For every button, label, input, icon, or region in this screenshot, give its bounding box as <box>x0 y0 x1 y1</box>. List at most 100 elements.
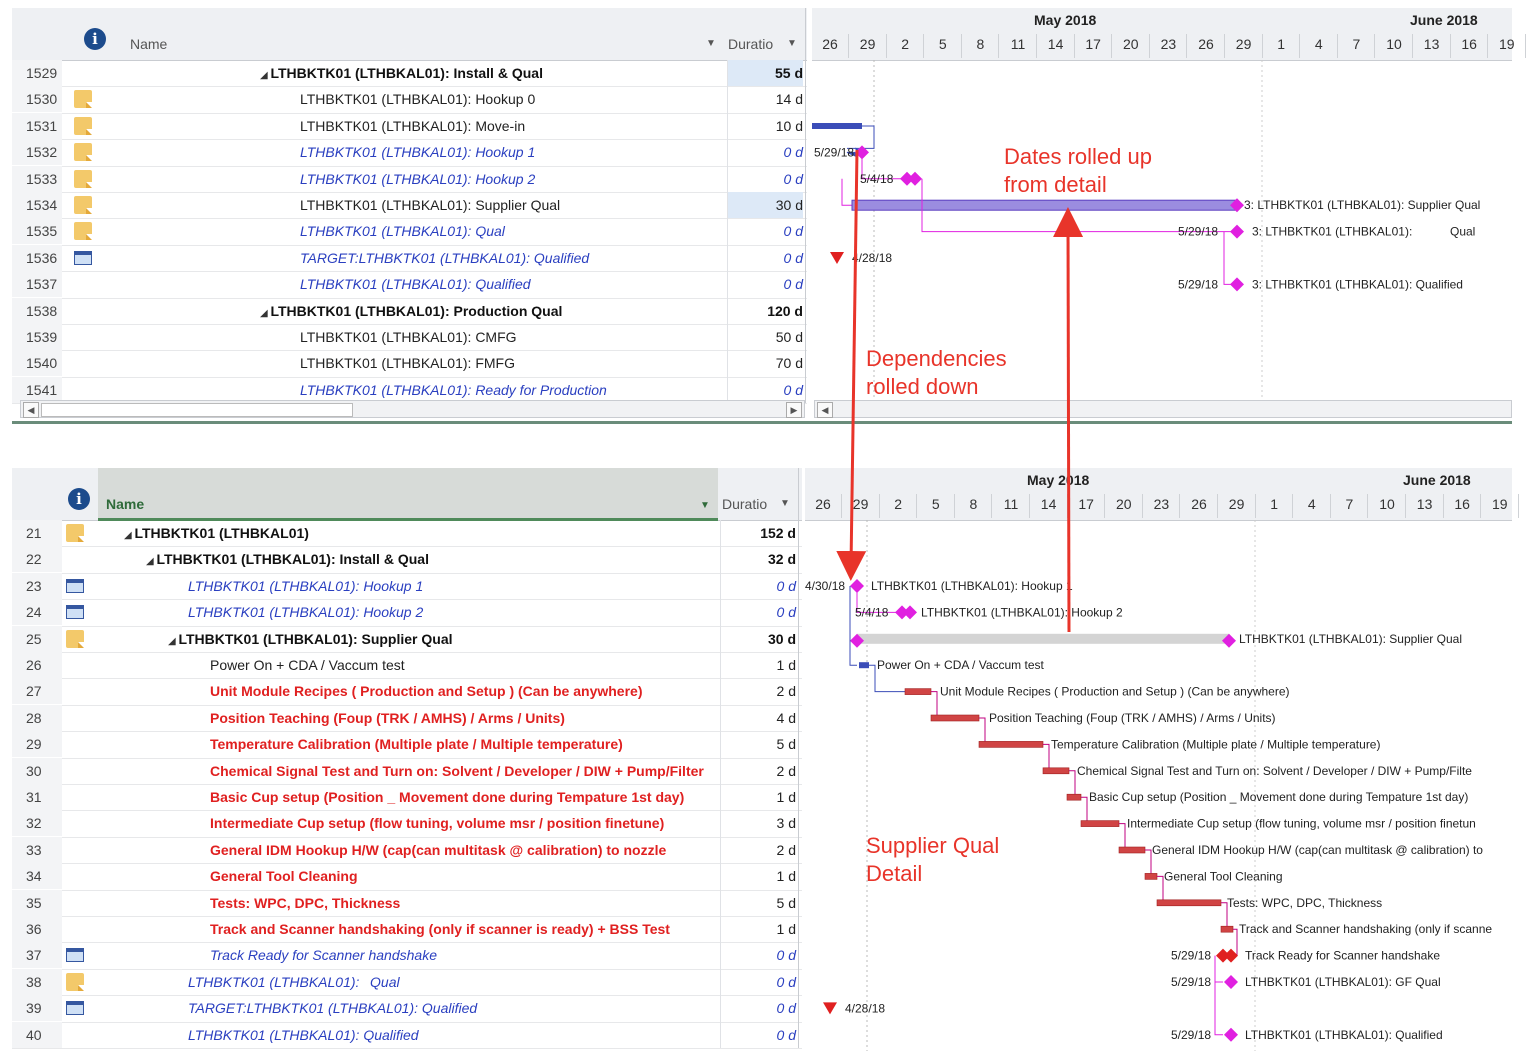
name-sort-arrow-icon[interactable]: ▼ <box>706 38 716 49</box>
note-icon[interactable] <box>74 143 92 162</box>
note-icon[interactable] <box>74 116 92 135</box>
collapse-caret-icon[interactable]: ◢ <box>260 70 270 81</box>
table-row[interactable]: 22 ◢ LTHBKTK01 (LTHBKAL01): Install & Qua… <box>12 546 802 575</box>
task-name[interactable]: Unit Module Recipes ( Production and Set… <box>210 678 712 704</box>
duration-sort-arrow-icon[interactable]: ▼ <box>787 38 797 49</box>
task-duration[interactable]: 10 d <box>727 113 803 139</box>
task-duration[interactable]: 14 d <box>727 86 803 112</box>
scroll-left-icon[interactable]: ◀ <box>23 402 39 418</box>
table-row[interactable]: 37 Track Ready for Scanner handshake 0 d <box>12 942 802 970</box>
task-duration[interactable]: 0 d <box>720 599 796 625</box>
task-duration[interactable]: 0 d <box>727 245 803 271</box>
table-row[interactable]: 30 Chemical Signal Test and Turn on: Solv… <box>12 757 802 785</box>
table-row[interactable]: 1532 LTHBKTK01 (LTHBKAL01): Hookup 1 0 d <box>12 139 807 167</box>
task-duration[interactable]: 1 d <box>720 652 796 678</box>
note-icon[interactable] <box>66 524 84 542</box>
task-name[interactable]: LTHBKTK01 (LTHBKAL01): CMFG <box>300 324 719 350</box>
task-name[interactable]: LTHBKTK01 (LTHBKAL01): Ready for Product… <box>300 377 719 403</box>
calendar-icon[interactable] <box>66 605 84 620</box>
table-row[interactable]: 1530 LTHBKTK01 (LTHBKAL01): Hookup 0 14 d <box>12 86 807 114</box>
table-row[interactable]: 24 LTHBKTK01 (LTHBKAL01): Hookup 2 0 d <box>12 599 802 627</box>
collapse-caret-icon[interactable]: ◢ <box>168 636 178 647</box>
info-icon[interactable]: i <box>84 28 106 50</box>
task-name[interactable]: ◢ LTHBKTK01 (LTHBKAL01): Supplier Qual <box>168 626 712 655</box>
task-duration[interactable]: 0 d <box>727 218 803 244</box>
task-name[interactable]: TARGET:LTHBKTK01 (LTHBKAL01): Qualified <box>188 995 712 1021</box>
task-name[interactable]: LTHBKTK01 (LTHBKAL01): Move-in <box>300 113 719 139</box>
task-duration[interactable]: 5 d <box>720 890 796 916</box>
task-name[interactable]: Position Teaching (Foup (TRK / AMHS) / A… <box>210 705 712 731</box>
task-duration[interactable]: 2 d <box>720 758 796 784</box>
scroll-right-icon[interactable]: ▶ <box>786 402 802 418</box>
table-row[interactable]: 33 General IDM Hookup H/W (cap(can multit… <box>12 836 802 865</box>
task-name[interactable]: Track Ready for Scanner handshake <box>210 942 712 968</box>
task-name[interactable]: Tests: WPC, DPC, Thickness <box>210 890 712 916</box>
task-duration[interactable]: 70 d <box>727 350 803 376</box>
task-name[interactable]: Intermediate Cup setup (flow tuning, vol… <box>210 810 712 836</box>
name-column-header[interactable]: Name <box>106 496 144 512</box>
task-duration[interactable]: 0 d <box>727 166 803 192</box>
calendar-icon[interactable] <box>66 948 84 963</box>
task-name[interactable]: LTHBKTK01 (LTHBKAL01): Qual <box>300 218 719 244</box>
table-row[interactable]: 34 General Tool Cleaning 1 d <box>12 863 802 891</box>
calendar-icon[interactable] <box>74 250 92 265</box>
task-duration[interactable]: 30 d <box>720 626 796 652</box>
task-duration[interactable]: 0 d <box>720 1022 796 1048</box>
task-duration[interactable]: 1 d <box>720 863 796 889</box>
calendar-icon[interactable] <box>66 1001 84 1016</box>
table-row[interactable]: 1533 LTHBKTK01 (LTHBKAL01): Hookup 2 0 d <box>12 165 807 193</box>
top-gantt-hscrollbar[interactable]: ◀ <box>814 400 1512 418</box>
table-row[interactable]: 35 Tests: WPC, DPC, Thickness 5 d <box>12 889 802 917</box>
note-icon[interactable] <box>66 629 84 648</box>
task-duration[interactable]: 2 d <box>720 678 796 704</box>
table-row[interactable]: 31 Basic Cup setup (Position _ Movement d… <box>12 784 802 812</box>
note-icon[interactable] <box>74 169 92 188</box>
table-row[interactable]: 38 LTHBKTK01 (LTHBKAL01): Qual 0 d <box>12 968 802 997</box>
task-name[interactable]: ◢ LTHBKTK01 (LTHBKAL01) <box>124 520 712 549</box>
note-icon[interactable] <box>74 196 92 214</box>
task-duration[interactable]: 0 d <box>720 969 796 995</box>
duration-column-header[interactable]: Duratio <box>722 496 767 512</box>
task-name[interactable]: Track and Scanner handshaking (only if s… <box>210 916 712 942</box>
task-name[interactable]: Power On + CDA / Vaccum test <box>210 652 712 678</box>
task-name[interactable]: Chemical Signal Test and Turn on: Solven… <box>210 758 712 784</box>
table-row[interactable]: 1534 LTHBKTK01 (LTHBKAL01): Supplier Qual… <box>12 192 807 220</box>
task-name[interactable]: LTHBKTK01 (LTHBKAL01): Qualified <box>300 271 719 297</box>
name-column-header-selected[interactable] <box>98 468 718 521</box>
task-name[interactable]: LTHBKTK01 (LTHBKAL01): Supplier Qual <box>300 192 719 218</box>
task-name[interactable]: LTHBKTK01 (LTHBKAL01): Hookup 2 <box>300 166 719 192</box>
note-icon[interactable] <box>74 90 92 109</box>
note-icon[interactable] <box>74 222 92 241</box>
collapse-caret-icon[interactable]: ◢ <box>260 308 270 319</box>
pane-splitter[interactable] <box>12 421 1512 424</box>
table-row[interactable]: 32 Intermediate Cup setup (flow tuning, v… <box>12 810 802 838</box>
column-divider[interactable] <box>727 60 728 404</box>
task-name[interactable]: LTHBKTK01 (LTHBKAL01): Hookup 1 <box>188 573 712 599</box>
duration-sort-arrow-icon[interactable]: ▼ <box>780 498 790 509</box>
task-duration[interactable]: 2 d <box>720 837 796 863</box>
table-row[interactable]: 25 ◢ LTHBKTK01 (LTHBKAL01): Supplier Qual… <box>12 625 802 655</box>
task-duration[interactable]: 0 d <box>727 377 803 403</box>
collapse-caret-icon[interactable]: ◢ <box>124 530 134 541</box>
task-duration[interactable]: 1 d <box>720 784 796 810</box>
name-column-header[interactable]: Name <box>130 36 167 52</box>
task-duration[interactable]: 152 d <box>720 520 796 546</box>
gantt-scroll-left-icon[interactable]: ◀ <box>817 402 833 418</box>
task-duration[interactable]: 32 d <box>720 546 796 572</box>
table-row[interactable]: 27 Unit Module Recipes ( Production and S… <box>12 678 802 706</box>
table-row[interactable]: 36 Track and Scanner handshaking (only if… <box>12 916 802 944</box>
task-duration[interactable]: 50 d <box>727 324 803 350</box>
collapse-caret-icon[interactable]: ◢ <box>146 556 156 567</box>
table-row[interactable]: 1537 LTHBKTK01 (LTHBKAL01): Qualified 0 d <box>12 271 807 299</box>
column-divider[interactable] <box>805 8 806 404</box>
task-name[interactable]: LTHBKTK01 (LTHBKAL01): Hookup 0 <box>300 86 719 112</box>
table-row[interactable]: 40 LTHBKTK01 (LTHBKAL01): Qualified 0 d <box>12 1021 802 1049</box>
calendar-icon[interactable] <box>66 578 84 593</box>
task-name[interactable]: LTHBKTK01 (LTHBKAL01): Qual <box>188 969 712 995</box>
table-row[interactable]: 28 Position Teaching (Foup (TRK / AMHS) /… <box>12 704 802 733</box>
note-icon[interactable] <box>66 972 84 991</box>
task-name[interactable]: ◢ LTHBKTK01 (LTHBKAL01): Install & Qual <box>146 546 712 575</box>
table-row[interactable]: 39 TARGET:LTHBKTK01 (LTHBKAL01): Qualifie… <box>12 995 802 1023</box>
table-row[interactable]: 23 LTHBKTK01 (LTHBKAL01): Hookup 1 0 d <box>12 572 802 601</box>
task-name[interactable]: ◢ LTHBKTK01 (LTHBKAL01): Install & Qual <box>260 60 719 89</box>
